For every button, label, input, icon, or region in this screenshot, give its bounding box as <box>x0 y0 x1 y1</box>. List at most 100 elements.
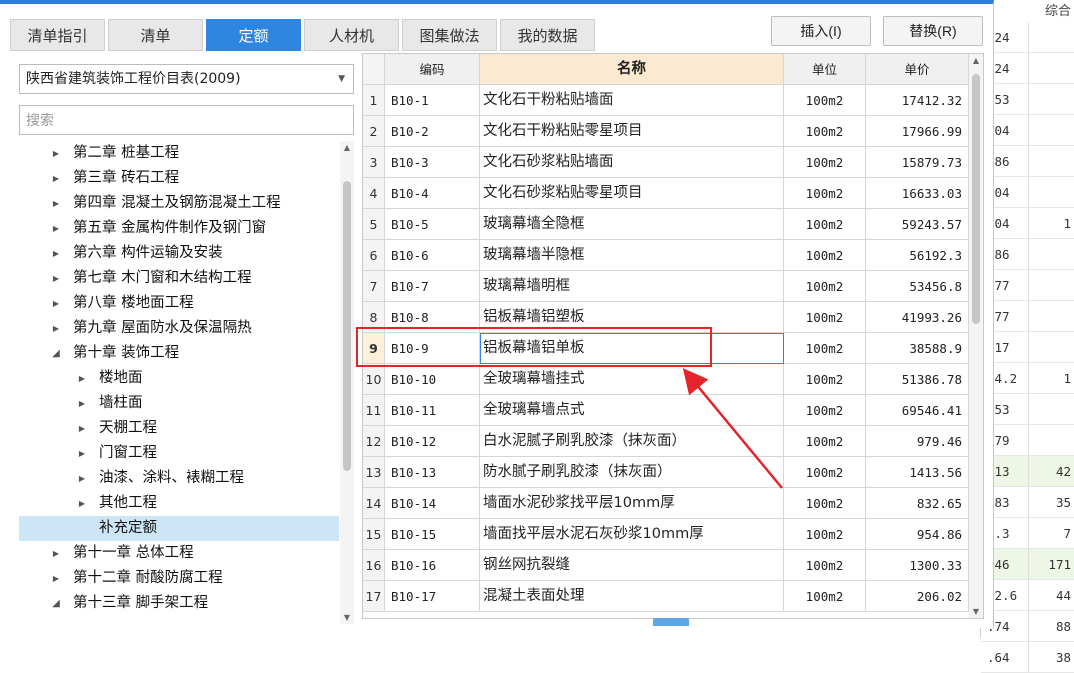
table-row[interactable]: 2 B10-2 文化石干粉粘贴零星项目 100m2 17966.99 <box>363 116 969 147</box>
grid-scrollbar[interactable]: ▲ ▼ <box>969 54 983 618</box>
tree-item[interactable]: ▶ 第六章 构件运输及安装 <box>19 241 339 266</box>
annotation-highlight-box <box>356 327 712 367</box>
collapsed-triangle-icon[interactable]: ▶ <box>49 191 63 216</box>
name-column-header[interactable]: 名称 <box>480 54 784 85</box>
quota-name[interactable]: 墙面水泥砂浆找平层10mm厚 <box>480 488 784 519</box>
quota-name[interactable]: 全玻璃幕墙点式 <box>480 395 784 426</box>
collapsed-triangle-icon[interactable]: ▶ <box>49 166 63 191</box>
tree-scroll-thumb[interactable] <box>343 181 351 471</box>
collapsed-triangle-icon[interactable]: ▶ <box>75 466 89 491</box>
scroll-down-icon[interactable]: ▼ <box>340 613 354 622</box>
sheet-cell <box>1029 394 1074 425</box>
quota-code: B10-16 <box>385 550 480 581</box>
tree-item[interactable]: ▶ 第七章 木门窗和木结构工程 <box>19 266 339 291</box>
quota-code: B10-3 <box>385 147 480 178</box>
tree-item[interactable]: ▶ 第十二章 耐酸防腐工程 <box>19 566 339 591</box>
table-row[interactable]: 6 B10-6 玻璃幕墙半隐框 100m2 56192.3 <box>363 240 969 271</box>
tree-item[interactable]: ◢ 第十三章 脚手架工程 <box>19 591 339 616</box>
collapsed-triangle-icon[interactable]: ▶ <box>49 541 63 566</box>
tree-item[interactable]: ▶ 楼地面 <box>19 366 339 391</box>
grid-scroll-thumb[interactable] <box>972 74 980 324</box>
tree-item[interactable]: 补充定额 <box>19 516 339 541</box>
scroll-down-icon[interactable]: ▼ <box>969 607 983 616</box>
quota-unit: 100m2 <box>784 240 866 271</box>
collapsed-triangle-icon[interactable]: ▶ <box>75 416 89 441</box>
tab-1[interactable]: 清单指引 <box>10 19 105 51</box>
table-row[interactable]: 12 B10-12 白水泥腻子刷乳胶漆（抹灰面） 100m2 979.46 <box>363 426 969 457</box>
table-row[interactable]: 15 B10-15 墙面找平层水泥石灰砂浆10mm厚 100m2 954.86 <box>363 519 969 550</box>
tab-2[interactable]: 清单 <box>108 19 203 51</box>
replace-button[interactable]: 替换(R) <box>883 16 983 46</box>
quota-name[interactable]: 文化石砂浆粘贴墙面 <box>480 147 784 178</box>
tree-item[interactable]: ▶ 第四章 混凝土及钢筋混凝土工程 <box>19 191 339 216</box>
collapsed-triangle-icon[interactable]: ▶ <box>49 241 63 266</box>
unit-column-header[interactable]: 单位 <box>784 54 866 85</box>
collapsed-triangle-icon[interactable]: ▶ <box>75 491 89 516</box>
collapsed-triangle-icon[interactable]: ▶ <box>49 141 63 166</box>
scroll-up-icon[interactable]: ▲ <box>969 56 983 65</box>
tree-item[interactable]: ▶ 第三章 砖石工程 <box>19 166 339 191</box>
scroll-up-icon[interactable]: ▲ <box>340 143 354 152</box>
tree-item[interactable]: ▶ 第五章 金属构件制作及钢门窗 <box>19 216 339 241</box>
tree-item[interactable]: ▶ 墙柱面 <box>19 391 339 416</box>
tree-item[interactable]: ▶ 第十一章 总体工程 <box>19 541 339 566</box>
panel-splitter-handle[interactable] <box>653 618 689 626</box>
quota-name[interactable]: 玻璃幕墙半隐框 <box>480 240 784 271</box>
tab-5[interactable]: 图集做法 <box>402 19 497 51</box>
table-row[interactable]: 10 B10-10 全玻璃幕墙挂式 100m2 51386.78 <box>363 364 969 395</box>
collapsed-triangle-icon[interactable]: ▶ <box>75 366 89 391</box>
insert-button[interactable]: 插入(I) <box>771 16 871 46</box>
quota-name[interactable]: 文化石干粉粘贴墙面 <box>480 85 784 116</box>
expanded-triangle-icon[interactable]: ◢ <box>49 591 63 616</box>
quota-name[interactable]: 防水腻子刷乳胶漆（抹灰面） <box>480 457 784 488</box>
code-column-header[interactable]: 编码 <box>385 54 480 85</box>
quota-name[interactable]: 混凝土表面处理 <box>480 581 784 612</box>
quota-price: 69546.41 <box>866 395 969 426</box>
quota-name[interactable]: 全玻璃幕墙挂式 <box>480 364 784 395</box>
search-input[interactable] <box>19 105 354 135</box>
table-row[interactable]: 11 B10-11 全玻璃幕墙点式 100m2 69546.41 <box>363 395 969 426</box>
row-number-header <box>363 54 385 85</box>
tree-item[interactable]: ▶ 门窗工程 <box>19 441 339 466</box>
collapsed-triangle-icon[interactable]: ▶ <box>49 316 63 341</box>
collapsed-triangle-icon[interactable]: ▶ <box>49 266 63 291</box>
table-row[interactable]: 4 B10-4 文化石砂浆粘贴零星项目 100m2 16633.03 <box>363 178 969 209</box>
table-row[interactable]: 16 B10-16 钢丝网抗裂缝 100m2 1300.33 <box>363 550 969 581</box>
collapsed-triangle-icon[interactable]: ▶ <box>49 291 63 316</box>
tree-item[interactable]: ▶ 其他工程 <box>19 491 339 516</box>
collapsed-triangle-icon[interactable]: ▶ <box>75 441 89 466</box>
sheet-cell <box>1029 84 1074 115</box>
table-row[interactable]: 5 B10-5 玻璃幕墙全隐框 100m2 59243.57 <box>363 209 969 240</box>
table-row[interactable]: 14 B10-14 墙面水泥砂浆找平层10mm厚 100m2 832.65 <box>363 488 969 519</box>
quota-name[interactable]: 玻璃幕墙全隐框 <box>480 209 784 240</box>
quota-name[interactable]: 文化石砂浆粘贴零星项目 <box>480 178 784 209</box>
price-column-header[interactable]: 单价 <box>866 54 969 85</box>
collapsed-triangle-icon[interactable]: ▶ <box>49 216 63 241</box>
library-select[interactable]: 陕西省建筑装饰工程价目表(2009) ▼ <box>19 64 354 94</box>
table-row[interactable]: 1 B10-1 文化石干粉粘贴墙面 100m2 17412.32 <box>363 85 969 116</box>
tree-item[interactable]: ▶ 油漆、涂料、裱糊工程 <box>19 466 339 491</box>
table-row[interactable]: 13 B10-13 防水腻子刷乳胶漆（抹灰面） 100m2 1413.56 <box>363 457 969 488</box>
tab-4[interactable]: 人材机 <box>304 19 399 51</box>
expanded-triangle-icon[interactable]: ◢ <box>49 341 63 366</box>
quota-name[interactable]: 白水泥腻子刷乳胶漆（抹灰面） <box>480 426 784 457</box>
quota-code: B10-4 <box>385 178 480 209</box>
sheet-cell <box>1029 177 1074 208</box>
tab-3[interactable]: 定额 <box>206 19 301 51</box>
tree-item[interactable]: ▶ 第九章 屋面防水及保温隔热 <box>19 316 339 341</box>
table-row[interactable]: 17 B10-17 混凝土表面处理 100m2 206.02 <box>363 581 969 612</box>
tree-item[interactable]: ▶ 第二章 桩基工程 <box>19 141 339 166</box>
tab-6[interactable]: 我的数据 <box>500 19 595 51</box>
quota-name[interactable]: 墙面找平层水泥石灰砂浆10mm厚 <box>480 519 784 550</box>
tree-scrollbar[interactable]: ▲ ▼ <box>340 141 354 624</box>
table-row[interactable]: 7 B10-7 玻璃幕墙明框 100m2 53456.8 <box>363 271 969 302</box>
quota-name[interactable]: 钢丝网抗裂缝 <box>480 550 784 581</box>
collapsed-triangle-icon[interactable]: ▶ <box>49 566 63 591</box>
tree-item[interactable]: ▶ 第八章 楼地面工程 <box>19 291 339 316</box>
quota-name[interactable]: 玻璃幕墙明框 <box>480 271 784 302</box>
table-row[interactable]: 3 B10-3 文化石砂浆粘贴墙面 100m2 15879.73 <box>363 147 969 178</box>
tree-item[interactable]: ◢ 第十章 装饰工程 <box>19 341 339 366</box>
quota-name[interactable]: 文化石干粉粘贴零星项目 <box>480 116 784 147</box>
tree-item[interactable]: ▶ 天棚工程 <box>19 416 339 441</box>
collapsed-triangle-icon[interactable]: ▶ <box>75 391 89 416</box>
